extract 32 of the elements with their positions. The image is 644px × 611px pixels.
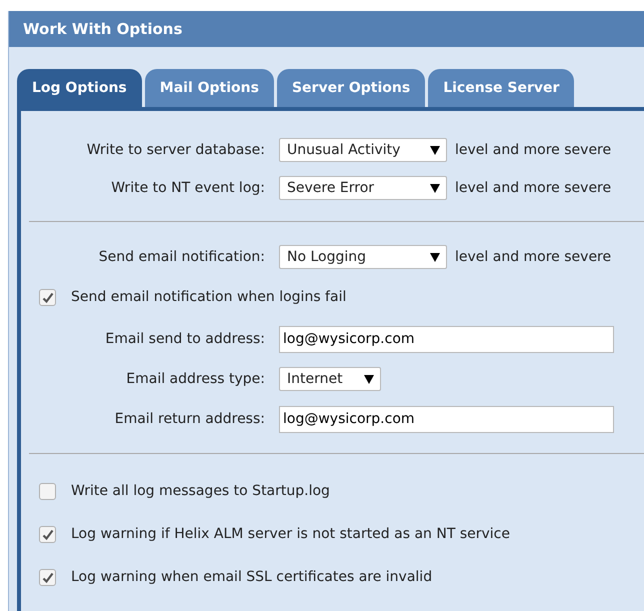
severity-note: level and more severe	[455, 248, 612, 266]
severity-note: level and more severe	[455, 178, 612, 198]
checkbox-label: Log warning if Helix ALM server is not started as an NT service	[71, 525, 510, 544]
checkbox-label: Send email notification when logins fail	[71, 288, 346, 307]
field-label: Write to NT event log:	[110, 178, 266, 198]
caret-icon	[430, 252, 440, 262]
checkbox[interactable]	[39, 483, 56, 500]
field-label: Email address type:	[125, 370, 266, 388]
dropdown[interactable]: Internet	[279, 367, 381, 391]
severity-note: level and more severe	[455, 140, 612, 160]
tab[interactable]: Server Options	[276, 69, 426, 107]
field-label: Email send to address:	[104, 330, 266, 348]
caret-icon	[364, 374, 374, 384]
checkbox[interactable]	[39, 289, 56, 306]
field-label: Write to server database:	[86, 140, 266, 160]
tab[interactable]: License Server	[428, 69, 574, 107]
checkbox-label: Write all log messages to Startup.log	[71, 482, 330, 501]
checkbox[interactable]	[39, 526, 56, 543]
input-field[interactable]: log@wysicorp.com	[279, 406, 614, 432]
field-label: Email return address:	[114, 410, 266, 428]
checkbox[interactable]	[39, 569, 56, 586]
field-label: Send email notification:	[98, 248, 266, 266]
caret-icon	[430, 146, 440, 154]
tab[interactable]: Mail Options	[144, 69, 274, 107]
dropdown[interactable]: No Logging	[279, 245, 447, 269]
tab[interactable]: Log Options	[17, 69, 142, 107]
dropdown[interactable]: Severe Error	[279, 176, 447, 200]
dropdown[interactable]: Unusual Activity	[279, 138, 447, 162]
caret-icon	[430, 184, 440, 192]
input-field[interactable]: log@wysicorp.com	[279, 326, 614, 352]
window-title: Work With Options	[23, 18, 182, 40]
checkbox-label: Log warning when email SSL certificates are invalid	[71, 568, 432, 587]
